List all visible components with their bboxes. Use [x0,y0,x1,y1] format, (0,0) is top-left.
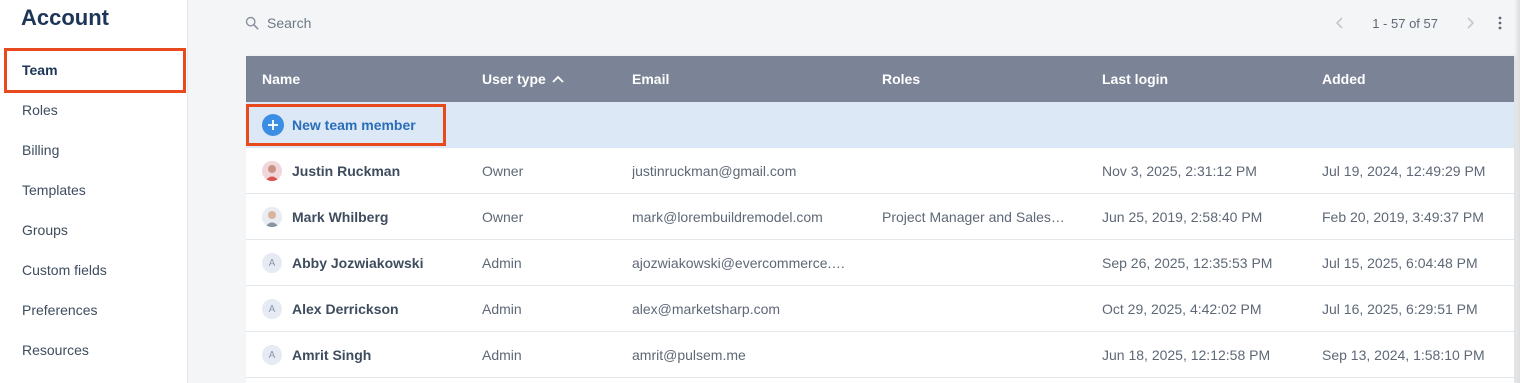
cell-roles [882,148,1082,194]
column-header-roles[interactable]: Roles [882,56,920,102]
column-header-added[interactable]: Added [1322,56,1366,102]
cell-email: amrit@pulsem.me [632,347,746,363]
cell-added: Sep 13, 2024, 1:58:10 PM [1322,347,1485,363]
cell-email: ajozwiakowski@evercommerce.… [632,255,846,271]
team-table: Name User type Email Roles Last login Ad… [246,56,1514,383]
new-team-member-label: New team member [292,117,416,133]
table-header: Name User type Email Roles Last login Ad… [246,56,1514,102]
cell-added: Feb 20, 2019, 3:49:37 PM [1322,209,1484,225]
search-bar [245,12,545,34]
cell-roles: Project Manager and Sales… [882,209,1065,225]
cell-last-login: Sep 26, 2025, 12:35:53 PM [1102,255,1273,271]
cell-name: A Alex Derrickson [262,286,472,332]
cell-last-login: Jun 18, 2025, 12:12:58 PM [1102,347,1271,363]
member-name: Amrit Singh [292,347,372,363]
next-page-button[interactable] [1460,13,1480,33]
cell-roles [882,332,1082,378]
cell-last-login: Oct 29, 2025, 4:42:02 PM [1102,301,1262,317]
sidebar-item-team[interactable]: Team [0,50,188,90]
cell-name: Mark Whilberg [262,194,472,240]
column-header-email[interactable]: Email [632,56,669,102]
cell-user-type: Owner [482,163,524,179]
new-member-row: New team member [246,102,1514,148]
cell-name: Justin Ruckman [262,148,472,194]
avatar: A [262,345,282,365]
cell-added: Jul 19, 2024, 12:49:29 PM [1322,163,1486,179]
cell-email: justinruckman@gmail.com [632,163,797,179]
search-input[interactable] [267,15,527,31]
panel-edge-shadow [1514,0,1520,383]
cell-last-login: Jun 25, 2019, 2:58:40 PM [1102,209,1263,225]
cell-roles [882,286,1082,332]
plus-circle-icon [262,114,284,136]
column-header-label: User type [482,71,546,87]
table-row[interactable]: Justin Ruckman Owner justinruckman@gmail… [246,148,1514,194]
sidebar-item-groups[interactable]: Groups [0,210,188,250]
member-name: Justin Ruckman [292,163,401,179]
avatar: A [262,299,282,319]
new-team-member-button[interactable]: New team member [262,114,416,136]
column-header-last-login[interactable]: Last login [1102,56,1168,102]
column-header-user-type[interactable]: User type [482,56,564,102]
member-name: Alex Derrickson [292,301,399,317]
cell-roles [882,240,1082,286]
cell-email: alex@marketsharp.com [632,301,781,317]
sidebar-item-templates[interactable]: Templates [0,170,188,210]
pagination: 1 - 57 of 57 [1330,12,1508,34]
chevron-right-icon [1467,17,1475,29]
cell-name: A Amrit Singh [262,332,472,378]
avatar [262,161,282,181]
kebab-menu-icon [1498,16,1502,30]
sidebar-item-billing[interactable]: Billing [0,130,188,170]
cell-user-type: Admin [482,301,522,317]
sidebar-item-custom-fields[interactable]: Custom fields [0,250,188,290]
more-options-button[interactable] [1492,13,1508,33]
cell-email: mark@lorembuildremodel.com [632,209,823,225]
sidebar-title: Account [21,5,109,30]
cell-added: Jul 15, 2025, 6:04:48 PM [1322,255,1478,271]
search-icon [245,16,259,30]
avatar [262,207,282,227]
sort-ascending-icon [552,75,564,83]
table-row[interactable]: A Amrit Singh Admin amrit@pulsem.me Jun … [246,332,1514,378]
member-name: Abby Jozwiakowski [292,255,424,271]
app-window: Account Team Roles Billing Templates Gro… [0,0,1520,383]
column-header-name[interactable]: Name [262,56,300,102]
table-row[interactable]: A Alex Derrickson Admin alex@marketsharp… [246,286,1514,332]
table-row[interactable]: Mark Whilberg Owner mark@lorembuildremod… [246,194,1514,240]
sidebar-item-roles[interactable]: Roles [0,90,188,130]
prev-page-button[interactable] [1330,13,1350,33]
chevron-left-icon [1336,17,1343,29]
member-name: Mark Whilberg [292,209,389,225]
cell-user-type: Owner [482,209,524,225]
table-row[interactable]: A Abby Jozwiakowski Admin ajozwiakowski@… [246,240,1514,286]
sidebar-item-preferences[interactable]: Preferences [0,290,188,330]
cell-last-login: Nov 3, 2025, 2:31:12 PM [1102,163,1257,179]
pagination-range: 1 - 57 of 57 [1372,15,1438,31]
cell-user-type: Admin [482,347,522,363]
cell-user-type: Admin [482,255,522,271]
sidebar: Account Team Roles Billing Templates Gro… [0,0,188,383]
avatar: A [262,253,282,273]
sidebar-item-resources[interactable]: Resources [0,330,188,370]
cell-name: A Abby Jozwiakowski [262,240,472,286]
cell-added: Jul 16, 2025, 6:29:51 PM [1322,301,1478,317]
